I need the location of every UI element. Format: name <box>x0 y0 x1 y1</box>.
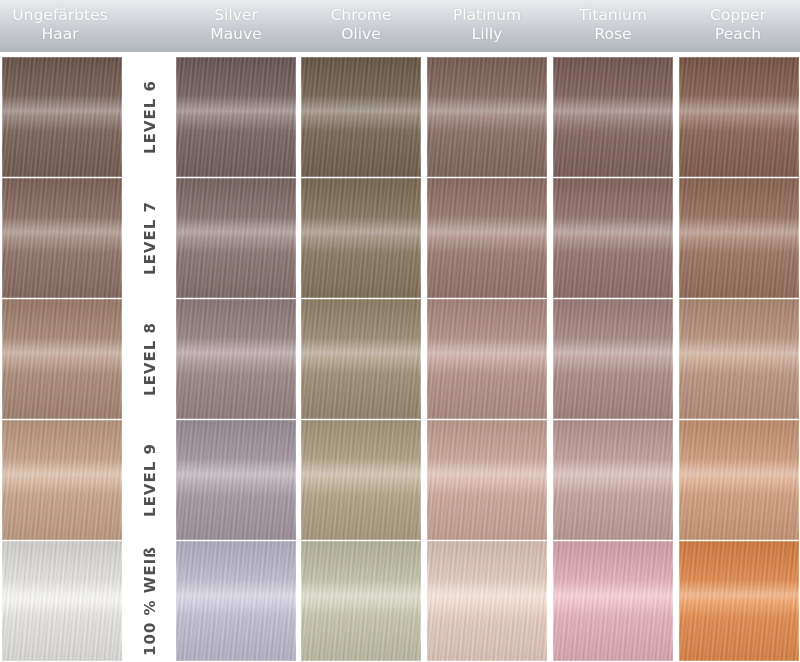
row-label-level: LEVEL 6 <box>125 57 175 177</box>
hair-shine-highlight <box>427 579 547 616</box>
column-header-copper-peach: Copper Peach <box>678 6 798 50</box>
hair-swatch-chrome-olive-row2 <box>301 178 421 298</box>
hair-swatch-silver-mauve-row2 <box>176 178 296 298</box>
hair-shine-highlight <box>301 579 421 616</box>
hair-swatch-chrome-olive-row1 <box>301 57 421 177</box>
hair-swatch-ungefaerbt-row2 <box>2 178 122 298</box>
hair-shine-highlight <box>679 458 799 495</box>
hair-shine-highlight <box>176 216 296 253</box>
hair-swatch-platinum-lilly-row2 <box>427 178 547 298</box>
hair-swatch-copper-peach-row3 <box>679 299 799 419</box>
hair-shine-highlight <box>176 458 296 495</box>
hair-swatch-chrome-olive-row3 <box>301 299 421 419</box>
hair-shine-highlight <box>2 579 122 616</box>
hair-swatch-copper-peach-row2 <box>679 178 799 298</box>
hair-shine-highlight <box>679 579 799 616</box>
hair-swatch-ungefaerbt-row4 <box>2 420 122 540</box>
hair-shine-highlight <box>176 95 296 132</box>
column-header-line1: Silver <box>214 6 258 24</box>
column-header-line1: Ungefärbtes <box>12 6 108 24</box>
hair-shine-highlight <box>427 95 547 132</box>
hair-swatch-titanium-rose-row4 <box>553 420 673 540</box>
column-header-line2: Lilly <box>471 25 503 43</box>
row-label-level: LEVEL 8 <box>125 299 175 419</box>
row-label-text: LEVEL 7 <box>141 201 160 275</box>
hair-swatch-titanium-rose-row5 <box>553 541 673 661</box>
hair-shine-highlight <box>679 216 799 253</box>
hair-swatch-chrome-olive-row4 <box>301 420 421 540</box>
hair-swatch-platinum-lilly-row3 <box>427 299 547 419</box>
column-header-line2: Haar <box>41 25 79 43</box>
hair-swatch-copper-peach-row5 <box>679 541 799 661</box>
hair-shine-highlight <box>679 95 799 132</box>
row-label-text: LEVEL 6 <box>141 80 160 154</box>
hair-shine-highlight <box>679 337 799 374</box>
hair-shine-highlight <box>301 95 421 132</box>
column-header-titanium-rose: Titanium Rose <box>553 6 673 50</box>
hair-swatch-copper-peach-row4 <box>679 420 799 540</box>
hair-swatch-silver-mauve-row4 <box>176 420 296 540</box>
column-header-line1: Chrome <box>330 6 392 24</box>
hair-shine-highlight <box>176 337 296 374</box>
hair-shine-highlight <box>553 458 673 495</box>
hair-swatch-platinum-lilly-row4 <box>427 420 547 540</box>
hair-shine-highlight <box>301 337 421 374</box>
column-header-line1: Titanium <box>579 6 647 24</box>
hair-swatch-silver-mauve-row3 <box>176 299 296 419</box>
hair-shine-highlight <box>2 95 122 132</box>
hair-swatch-ungefaerbt-row5 <box>2 541 122 661</box>
hair-swatch-silver-mauve-row5 <box>176 541 296 661</box>
column-header-silver-mauve: Silver Mauve <box>176 6 296 50</box>
column-header-chrome-olive: Chrome Olive <box>301 6 421 50</box>
hair-shine-highlight <box>301 216 421 253</box>
hair-shine-highlight <box>427 216 547 253</box>
hair-shine-highlight <box>427 337 547 374</box>
hair-shine-highlight <box>176 579 296 616</box>
hair-swatch-ungefaerbt-row3 <box>2 299 122 419</box>
hair-shine-highlight <box>2 337 122 374</box>
column-header-line1: Copper <box>710 6 766 24</box>
hair-shine-highlight <box>553 337 673 374</box>
hair-swatch-titanium-rose-row1 <box>553 57 673 177</box>
row-label-text: LEVEL 9 <box>141 443 160 517</box>
hair-shine-highlight <box>553 216 673 253</box>
hair-swatch-platinum-lilly-row1 <box>427 57 547 177</box>
hair-shine-highlight <box>553 95 673 132</box>
row-label-text: 100 % WEIß <box>141 546 160 656</box>
hair-swatch-titanium-rose-row3 <box>553 299 673 419</box>
row-label-text: LEVEL 8 <box>141 322 160 396</box>
hair-shine-highlight <box>2 216 122 253</box>
column-header-line2: Mauve <box>210 25 262 43</box>
hair-shine-highlight <box>2 458 122 495</box>
row-label-level: LEVEL 7 <box>125 178 175 298</box>
hair-swatch-titanium-rose-row2 <box>553 178 673 298</box>
row-label-level: 100 % WEIß <box>125 541 175 661</box>
column-header-line2: Olive <box>341 25 381 43</box>
hair-swatch-platinum-lilly-row5 <box>427 541 547 661</box>
column-header-platinum-lilly: Platinum Lilly <box>427 6 547 50</box>
column-header-line2: Peach <box>714 25 762 43</box>
hair-swatch-silver-mauve-row1 <box>176 57 296 177</box>
column-header-line2: Rose <box>594 25 632 43</box>
hair-shine-highlight <box>553 579 673 616</box>
row-label-level: LEVEL 9 <box>125 420 175 540</box>
hair-swatch-chrome-olive-row5 <box>301 541 421 661</box>
column-header-line1: Platinum <box>452 6 522 24</box>
hair-shine-highlight <box>301 458 421 495</box>
hair-swatch-copper-peach-row1 <box>679 57 799 177</box>
hair-shine-highlight <box>427 458 547 495</box>
column-header-ungefaerbt: Ungefärbtes Haar <box>0 6 120 50</box>
hair-swatch-ungefaerbt-row1 <box>2 57 122 177</box>
